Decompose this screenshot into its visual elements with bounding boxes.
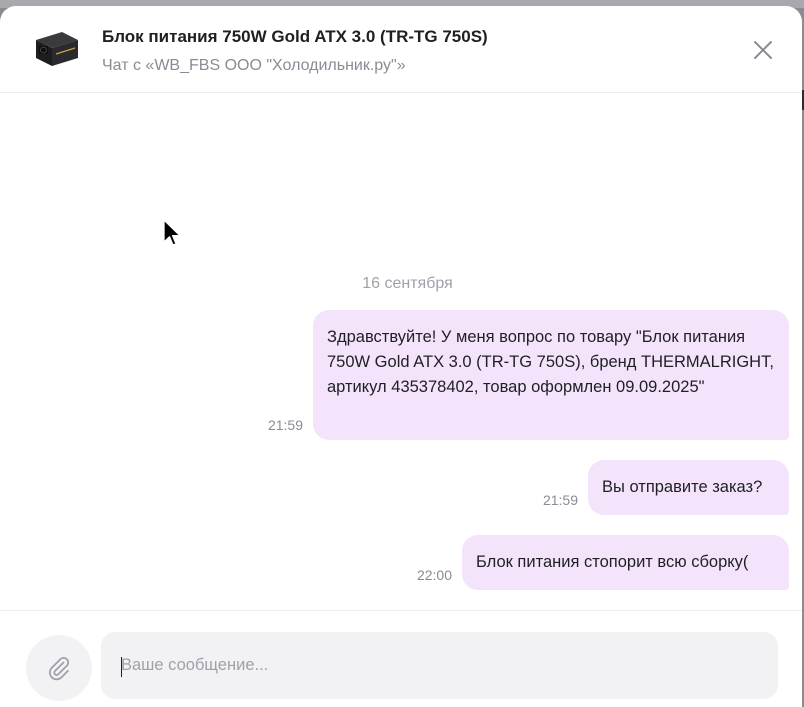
text-caret xyxy=(121,657,122,677)
power-supply-thumbnail xyxy=(36,32,78,66)
chat-header: Блок питания 750W Gold ATX 3.0 (TR-TG 75… xyxy=(0,6,802,93)
message-composer xyxy=(0,610,802,707)
message-bubble: Вы отправите заказ? xyxy=(588,460,789,515)
message-bubble: Блок питания стопорит всю сборку( xyxy=(462,535,789,590)
close-button[interactable] xyxy=(748,35,778,65)
date-separator: 16 сентября xyxy=(362,275,453,292)
message-time: 21:59 xyxy=(542,492,578,508)
message-time: 22:00 xyxy=(416,567,452,583)
mouse-cursor-icon xyxy=(163,219,181,246)
close-icon xyxy=(754,41,772,59)
paperclip-icon xyxy=(49,656,70,681)
message-bubble: Здравствуйте! У меня вопрос по товару "Б… xyxy=(313,310,789,440)
message-time: 21:59 xyxy=(267,417,303,433)
chat-subtitle: Чат с «WB_FBS ООО "Холодильник.ру"» xyxy=(102,57,406,74)
message-input[interactable] xyxy=(101,632,778,699)
chat-dialog: Блок питания 750W Gold ATX 3.0 (TR-TG 75… xyxy=(0,6,802,707)
message-list[interactable]: 16 сентября 21:59 Здравствуйте! У меня в… xyxy=(0,94,802,610)
chat-title: Блок питания 750W Gold ATX 3.0 (TR-TG 75… xyxy=(102,27,488,46)
attach-button[interactable] xyxy=(26,635,92,701)
